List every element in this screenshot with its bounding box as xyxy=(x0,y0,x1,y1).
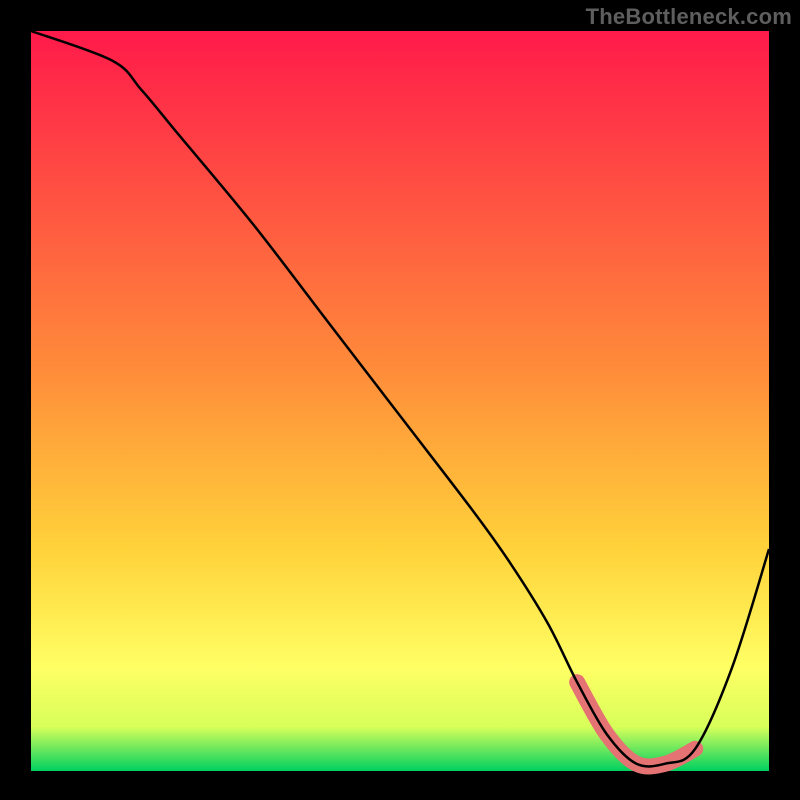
plot-background xyxy=(31,31,769,771)
attribution-text: TheBottleneck.com xyxy=(586,4,792,30)
bottleneck-chart xyxy=(0,0,800,800)
chart-stage: TheBottleneck.com xyxy=(0,0,800,800)
